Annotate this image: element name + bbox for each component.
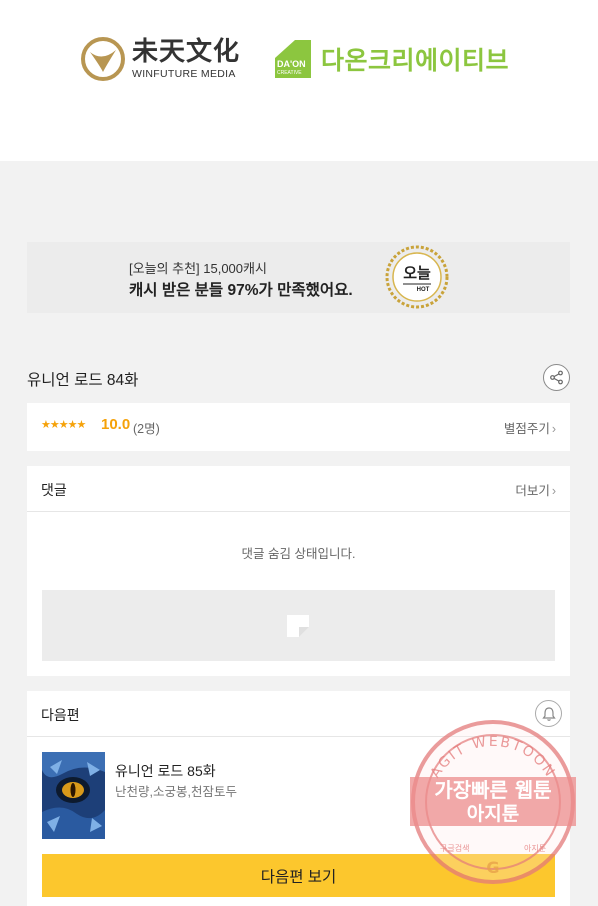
agit-webtoon-stamp-watermark: AGIT WEBTOON 가장빠른 웹툰 아지툰 구글검색 아지툰 G bbox=[410, 720, 576, 884]
stamp-line1: 가장빠른 웹툰 bbox=[434, 778, 551, 802]
today-hot-badge-icon: 오늘 HOT bbox=[385, 245, 449, 309]
daon-emblem: DA'ON CREATIVE bbox=[275, 40, 311, 78]
daon-logo: DA'ON CREATIVE 다온크리에이티브 bbox=[275, 40, 509, 78]
comments-more-label: 더보기 bbox=[515, 484, 550, 498]
ad-message: 캐시 받은 분들 97%가 만족했어요. bbox=[129, 282, 353, 299]
comments-header: 댓글 더보기 › bbox=[27, 466, 570, 512]
stamp-center-mark: G bbox=[486, 858, 499, 877]
daon-box-subtext: CREATIVE bbox=[277, 70, 302, 76]
rating-score: 10.0 bbox=[101, 416, 131, 433]
winfuture-name-en: WINFUTURE MEDIA bbox=[132, 68, 236, 80]
stamp-bottom-right: 아지툰 bbox=[524, 843, 546, 853]
next-episode-heading: 다음편 bbox=[41, 707, 80, 723]
share-icon bbox=[550, 370, 563, 385]
chevron-right-icon: › bbox=[551, 422, 556, 436]
stamp-line2: 아지툰 bbox=[467, 803, 519, 825]
thumbnail-artwork bbox=[42, 752, 105, 839]
share-button[interactable] bbox=[543, 364, 570, 391]
next-episode-title: 유니언 로드 85화 bbox=[115, 763, 216, 779]
daon-box-text: DA'ON bbox=[277, 59, 306, 69]
winfuture-emblem-icon bbox=[81, 37, 125, 81]
rating-stars: ★★★★★ bbox=[41, 418, 86, 431]
badge-subtext: HOT bbox=[417, 287, 430, 293]
rate-button-label: 별점주기 bbox=[503, 422, 550, 436]
episode-title: 유니언 로드 84화 bbox=[27, 372, 139, 389]
next-episode-thumbnail[interactable] bbox=[42, 752, 105, 839]
comments-card: 댓글 더보기 › 댓글 숨김 상태입니다. bbox=[27, 466, 570, 676]
ad-slot[interactable] bbox=[42, 590, 555, 661]
recommendation-ad-banner[interactable]: [오늘의 추천] 15,000캐시 캐시 받은 분들 97%가 만족했어요. 오… bbox=[27, 242, 570, 313]
winfuture-logo: 未天文化 WINFUTURE MEDIA bbox=[80, 36, 240, 82]
winfuture-name-cn: 未天文化 bbox=[132, 37, 241, 67]
comments-more-button[interactable]: 더보기 › bbox=[515, 480, 556, 499]
rating-count: (2명) bbox=[133, 422, 160, 436]
comments-title: 댓글 bbox=[41, 482, 67, 498]
rate-button[interactable]: 별점주기 › bbox=[504, 418, 556, 437]
stamp-bottom-left: 구글검색 bbox=[440, 843, 469, 853]
comments-hidden-message: 댓글 숨김 상태입니다. bbox=[241, 547, 356, 561]
ad-headline: [오늘의 추천] 15,000캐시 bbox=[129, 261, 267, 276]
next-episode-authors: 난천량,소궁봉,천잠토두 bbox=[115, 785, 237, 799]
ad-placeholder-icon bbox=[287, 615, 309, 637]
publisher-logos: 未天文化 WINFUTURE MEDIA DA'ON CREATIVE 다온크리… bbox=[0, 0, 598, 161]
chevron-right-icon: › bbox=[551, 484, 556, 498]
daon-name: 다온크리에이티브 bbox=[321, 46, 510, 75]
rating-card: ★★★★★ 10.0 (2명) 별점주기 › bbox=[27, 403, 570, 451]
badge-text: 오늘 bbox=[403, 264, 431, 282]
